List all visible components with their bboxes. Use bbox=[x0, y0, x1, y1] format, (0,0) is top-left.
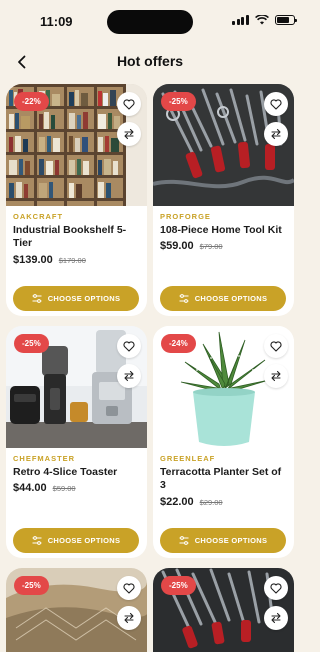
favorite-button[interactable] bbox=[117, 92, 141, 116]
price-row: $22.00 $29.00 bbox=[160, 496, 223, 508]
header: Hot offers bbox=[0, 44, 300, 80]
sliders-icon bbox=[179, 536, 189, 545]
choose-options-button[interactable]: CHOOSE OPTIONS bbox=[160, 286, 286, 311]
choose-options-button[interactable]: CHOOSE OPTIONS bbox=[13, 528, 139, 553]
sliders-icon bbox=[179, 294, 189, 303]
product-price: $139.00 bbox=[13, 254, 53, 266]
choose-options-label: CHOOSE OPTIONS bbox=[194, 536, 268, 545]
battery-icon bbox=[274, 15, 297, 25]
wifi-icon bbox=[254, 15, 269, 25]
favorite-button[interactable] bbox=[264, 334, 288, 358]
product-brand: OAKCRAFT bbox=[13, 212, 64, 221]
favorite-button[interactable] bbox=[264, 92, 288, 116]
favorite-button[interactable] bbox=[264, 576, 288, 600]
heart-icon bbox=[270, 340, 282, 352]
product-card[interactable]: -25% PROFORGE 108-Piece Home Tool Kit $5… bbox=[153, 84, 294, 316]
discount-badge: -25% bbox=[161, 92, 196, 111]
status-icons bbox=[232, 15, 297, 25]
discount-badge: -25% bbox=[14, 334, 49, 353]
product-price: $44.00 bbox=[13, 482, 47, 494]
product-image-tools[interactable]: -25% bbox=[153, 84, 294, 206]
product-name[interactable]: Terracotta Planter Set of 3 bbox=[160, 466, 288, 492]
heart-icon bbox=[270, 98, 282, 110]
product-card[interactable]: -25% CHEFMASTER Retro 4-Slice Toaster $4… bbox=[6, 326, 147, 558]
heart-icon bbox=[270, 582, 282, 594]
product-image-succulent-planter[interactable]: -24% bbox=[153, 326, 294, 448]
swap-arrows-icon bbox=[124, 370, 134, 382]
sliders-icon bbox=[32, 536, 42, 545]
discount-badge: -22% bbox=[14, 92, 49, 111]
choose-options-label: CHOOSE OPTIONS bbox=[47, 294, 121, 303]
discount-badge: -25% bbox=[161, 576, 196, 595]
compare-button[interactable] bbox=[117, 606, 141, 630]
product-name[interactable]: Retro 4-Slice Toaster bbox=[13, 466, 141, 479]
status-time: 11:09 bbox=[40, 14, 73, 29]
heart-icon bbox=[123, 582, 135, 594]
price-row: $139.00 $179.00 bbox=[13, 254, 86, 266]
product-old-price: $79.00 bbox=[199, 242, 223, 251]
favorite-button[interactable] bbox=[117, 334, 141, 358]
product-name[interactable]: 108-Piece Home Tool Kit bbox=[160, 224, 288, 237]
price-row: $44.00 $59.00 bbox=[13, 482, 76, 494]
dynamic-island bbox=[107, 10, 193, 34]
choose-options-button[interactable]: CHOOSE OPTIONS bbox=[13, 286, 139, 311]
favorite-button[interactable] bbox=[117, 576, 141, 600]
choose-options-label: CHOOSE OPTIONS bbox=[194, 294, 268, 303]
compare-button[interactable] bbox=[117, 122, 141, 146]
product-old-price: $29.00 bbox=[199, 498, 223, 507]
compare-button[interactable] bbox=[264, 606, 288, 630]
choose-options-button[interactable]: CHOOSE OPTIONS bbox=[160, 528, 286, 553]
product-image-kitchen-appliances[interactable]: -25% bbox=[6, 326, 147, 448]
heart-icon bbox=[123, 340, 135, 352]
product-card[interactable]: -24% GREENLEAF Terracotta Planter Set of… bbox=[153, 326, 294, 558]
heart-icon bbox=[123, 98, 135, 110]
choose-options-label: CHOOSE OPTIONS bbox=[47, 536, 121, 545]
discount-badge: -25% bbox=[14, 576, 49, 595]
product-image-bookshelf[interactable]: -22% bbox=[6, 84, 147, 206]
sliders-icon bbox=[32, 294, 42, 303]
compare-button[interactable] bbox=[264, 364, 288, 388]
swap-arrows-icon bbox=[271, 612, 281, 624]
product-card[interactable]: -25% bbox=[6, 568, 147, 652]
product-card[interactable]: -25% bbox=[153, 568, 294, 652]
product-image-tools[interactable]: -25% bbox=[153, 568, 294, 652]
product-brand: CHEFMASTER bbox=[13, 454, 76, 463]
swap-arrows-icon bbox=[124, 612, 134, 624]
product-image-rug[interactable]: -25% bbox=[6, 568, 147, 652]
swap-arrows-icon bbox=[271, 128, 281, 140]
cellular-signal-icon bbox=[232, 15, 249, 25]
page-title: Hot offers bbox=[116, 53, 184, 69]
product-brand: PROFORGE bbox=[160, 212, 211, 221]
product-old-price: $59.00 bbox=[52, 484, 76, 493]
product-brand: GREENLEAF bbox=[160, 454, 216, 463]
product-card[interactable]: -22% OAKCRAFT Industrial Bookshelf 5-Tie… bbox=[6, 84, 147, 316]
product-old-price: $179.00 bbox=[58, 256, 86, 265]
compare-button[interactable] bbox=[117, 364, 141, 388]
discount-badge: -24% bbox=[161, 334, 196, 353]
product-price: $59.00 bbox=[160, 240, 194, 252]
price-row: $59.00 $79.00 bbox=[160, 240, 223, 252]
swap-arrows-icon bbox=[124, 128, 134, 140]
product-name[interactable]: Industrial Bookshelf 5-Tier bbox=[13, 224, 141, 250]
status-bar: 11:09 bbox=[0, 0, 300, 44]
compare-button[interactable] bbox=[264, 122, 288, 146]
swap-arrows-icon bbox=[271, 370, 281, 382]
product-price: $22.00 bbox=[160, 496, 194, 508]
